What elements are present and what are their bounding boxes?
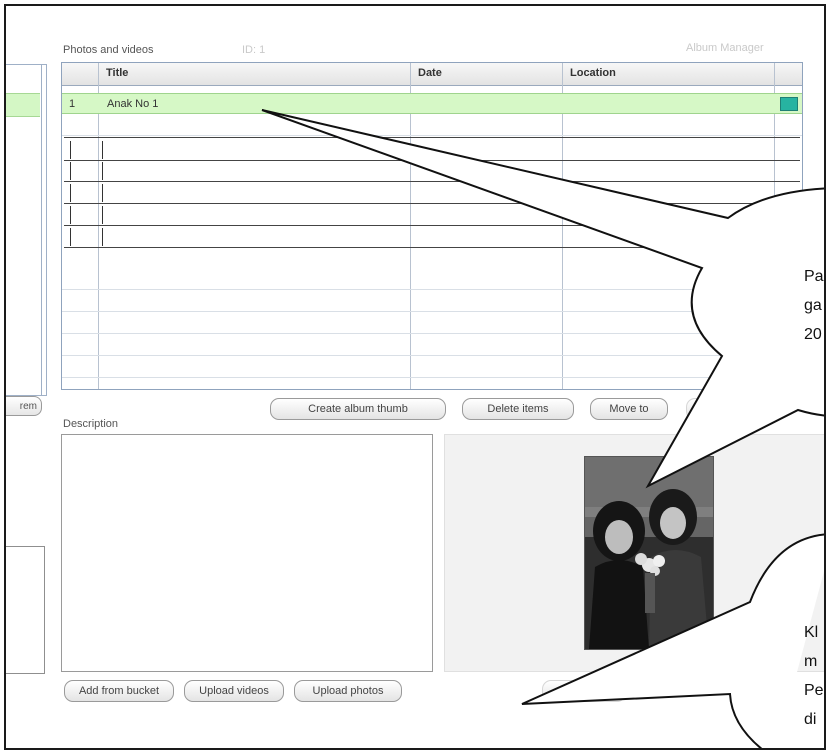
- callout-top-line: ga: [804, 297, 822, 314]
- callout-bottom-line: Pe: [804, 682, 824, 699]
- screenshot-frame: Photos and videos ID: 1 Album Manager re…: [4, 4, 826, 750]
- callout-top-line: 20: [804, 326, 822, 343]
- callout-top-line: Pa: [804, 268, 824, 285]
- callout-bottom-line: Kl: [804, 624, 819, 641]
- callout-bottom-line: di: [804, 711, 817, 728]
- callout-bottom-text: Kl m Pe di: [804, 618, 824, 734]
- callout-bottom-line: m: [804, 653, 818, 670]
- callout-top-text: Pa ga 20: [804, 262, 824, 349]
- callout-overlay: [261, 109, 824, 748]
